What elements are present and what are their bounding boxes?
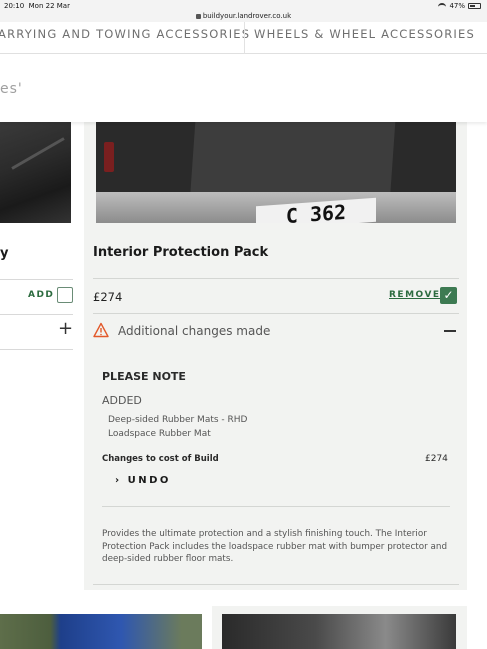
divider (0, 314, 73, 315)
divider (0, 279, 73, 280)
tab-wheels[interactable]: WHEELS & WHEEL ACCESSORIES (254, 27, 475, 41)
undo-label: UNDO (127, 475, 171, 486)
add-checkbox[interactable] (57, 287, 73, 303)
next-product-image-right[interactable] (222, 614, 456, 649)
status-time: 20:10 Mon 22 Mar (4, 2, 70, 10)
chevron-right-icon: › (115, 475, 122, 486)
undo-button[interactable]: › UNDO (115, 475, 171, 486)
status-bar: 20:10 Mon 22 Mar buildyour.landrover.co.… (0, 0, 487, 22)
warning-icon (93, 322, 109, 338)
cost-change-label: Changes to cost of Build (102, 454, 219, 464)
added-item: Deep-sided Rubber Mats - RHD (108, 415, 248, 425)
left-product-image[interactable] (0, 122, 71, 223)
section-header: es' (0, 54, 487, 122)
collapse-minus-icon[interactable] (444, 330, 456, 332)
battery-icon (468, 3, 481, 9)
battery-percent: 47% (449, 2, 465, 10)
wifi-icon (438, 3, 447, 9)
remove-button[interactable]: REMOVE (389, 290, 441, 300)
status-right: 47% (438, 2, 481, 10)
next-product-image-left[interactable] (0, 614, 202, 649)
product-description: Provides the ultimate protection and a s… (102, 529, 448, 564)
tab-separator (244, 22, 245, 54)
expand-plus-icon[interactable]: + (58, 319, 73, 339)
accessory-category-nav: ARRYING AND TOWING ACCESSORIES WHEELS & … (0, 22, 487, 54)
tab-carrying-towing[interactable]: ARRYING AND TOWING ACCESSORIES (0, 27, 250, 41)
add-button-label[interactable]: ADD (28, 290, 54, 300)
cost-change-value: £274 (425, 454, 448, 464)
divider (0, 349, 73, 350)
product-image[interactable]: C 362 (96, 122, 456, 223)
please-note-heading: PLEASE NOTE (102, 370, 186, 383)
address-bar[interactable]: buildyour.landrover.co.uk (0, 12, 487, 20)
divider (93, 584, 459, 585)
product-title: Interior Protection Pack (93, 245, 269, 260)
product-price: £274 (93, 290, 123, 304)
url-text: buildyour.landrover.co.uk (202, 12, 292, 20)
selected-checkbox[interactable]: ✓ (440, 287, 457, 304)
added-item: Loadspace Rubber Mat (108, 429, 211, 439)
section-header-text: es' (0, 81, 23, 97)
page: 20:10 Mon 22 Mar buildyour.landrover.co.… (0, 0, 487, 649)
divider (102, 506, 450, 507)
divider (93, 278, 459, 279)
added-heading: ADDED (102, 394, 142, 407)
additional-changes-toggle[interactable]: Additional changes made (118, 324, 270, 338)
lock-icon (195, 13, 201, 19)
tail-light-shape (104, 142, 114, 172)
divider (93, 313, 459, 314)
left-product-title: y (0, 246, 9, 261)
